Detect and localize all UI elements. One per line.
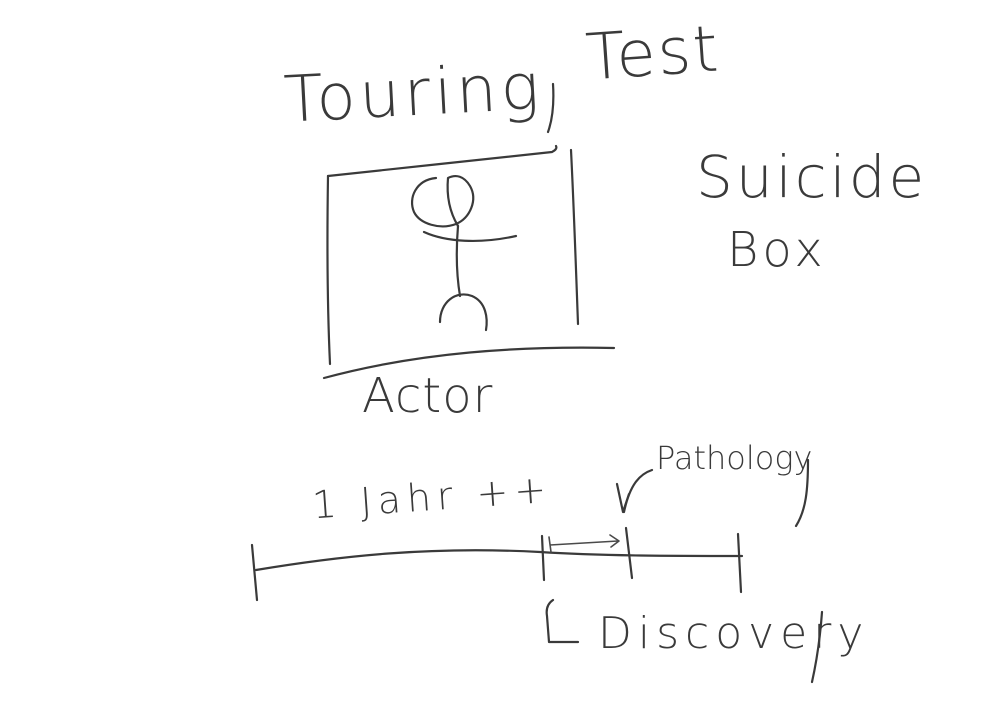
timeline-tick-pathology [624,526,634,580]
figure-arms [422,230,518,243]
figure-label: Actor [362,368,494,424]
title-word-touring: Touring [282,50,545,138]
box-right-edge [569,148,580,326]
stick-figure [410,175,518,332]
discovery-bracket [545,598,580,644]
timeline-pathology-label: Pathology [656,439,813,477]
box-label-line1: Suicide [696,143,928,211]
timeline-tick-end [736,532,743,594]
box-label-line2: Box [727,222,827,278]
title-word-test: Test [583,12,723,96]
box-frame [322,144,616,380]
interval-arrow [548,534,620,553]
box-left-edge [326,174,332,366]
timeline-discovery-label: Discovery [598,608,870,659]
box-top-edge [326,144,558,178]
timeline-tick-start [250,543,259,602]
pathology-pointer-arrow [615,468,654,514]
timeline-line [254,549,744,572]
timeline-tick-discovery [540,534,546,582]
title-underline-hook [546,82,555,134]
figure-body [455,224,462,298]
figure-head [410,175,475,228]
figure-legs [438,293,488,332]
